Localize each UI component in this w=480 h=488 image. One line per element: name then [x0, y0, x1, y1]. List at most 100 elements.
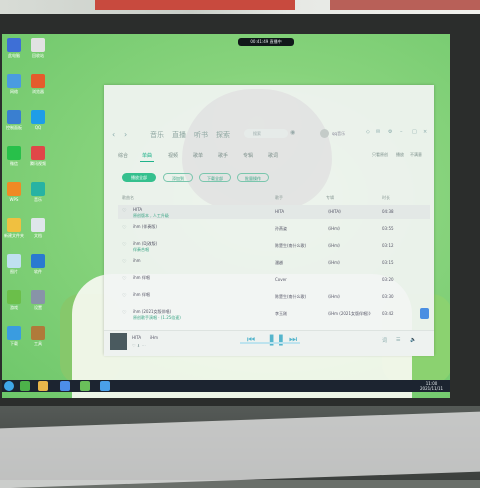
taskbar-app-1-icon[interactable]: [20, 381, 30, 391]
desktop-icon[interactable]: 图片: [2, 254, 26, 274]
desktop-icon-label: 软件: [34, 269, 42, 274]
taskbar-browser-icon[interactable]: [60, 381, 70, 391]
app-icon: [7, 110, 21, 124]
song-artist: 李玉刚: [275, 311, 287, 316]
link-play[interactable]: 播放: [396, 152, 404, 158]
close-icon[interactable]: ×: [423, 129, 427, 135]
favorite-icon[interactable]: ♡: [122, 259, 126, 265]
player-icons[interactable]: ♡ ⬇ ⋯: [132, 343, 145, 348]
mic-icon[interactable]: ◉: [290, 129, 295, 136]
tab-singers[interactable]: 歌手: [218, 152, 228, 159]
desktop-icon[interactable]: 网络: [2, 74, 26, 94]
player-title: HITA: [132, 335, 142, 340]
column-artist[interactable]: 歌手: [275, 195, 283, 201]
minimize-icon[interactable]: –: [400, 129, 403, 135]
desktop-icon[interactable]: 新建文件夹: [2, 218, 26, 238]
pause-icon[interactable]: ❚❚: [267, 333, 285, 346]
desktop-icon[interactable]: 微信: [2, 146, 26, 166]
app-icon: [7, 182, 21, 196]
maximize-icon[interactable]: □: [412, 129, 417, 135]
playlist-icon[interactable]: ☰: [396, 337, 400, 343]
desktop-icon[interactable]: 控制面板: [2, 110, 26, 130]
desktop-icon[interactable]: 设置: [26, 290, 50, 310]
phone-sync-icon[interactable]: [420, 308, 429, 319]
song-duration: 03:30: [382, 294, 394, 299]
desktop-icon[interactable]: 下载: [2, 326, 26, 346]
song-title: ihm (DJ改版): [133, 241, 158, 246]
column-song[interactable]: 歌曲名: [122, 195, 134, 201]
song-subtitle: 原创版本 , 人工升级: [133, 213, 169, 218]
nav-explore[interactable]: 探索: [216, 130, 230, 140]
desktop-icon[interactable]: 此电脑: [2, 38, 26, 58]
desktop-icon[interactable]: WPS: [2, 182, 26, 202]
tab-all[interactable]: 综合: [118, 152, 128, 159]
column-duration[interactable]: 时长: [382, 195, 390, 201]
song-duration: 04:38: [382, 209, 394, 214]
live-notification[interactable]: 00:41:49 直播中: [238, 38, 294, 46]
nav-live[interactable]: 直播: [172, 130, 186, 140]
download-all-button[interactable]: 下载全部: [199, 173, 231, 182]
desktop-icon-label: 设置: [34, 305, 42, 310]
batch-button[interactable]: 批量操作: [237, 173, 269, 182]
desktop-icon[interactable]: 工具: [26, 326, 50, 346]
album-cover[interactable]: [110, 333, 127, 350]
desktop-icon-label: 网络: [10, 89, 18, 94]
link-original[interactable]: 只看原创: [372, 152, 388, 158]
mail-icon[interactable]: ✉: [376, 129, 380, 135]
desktop-icon-label: 腾讯视频: [30, 161, 46, 166]
start-icon[interactable]: [4, 381, 14, 391]
column-album[interactable]: 专辑: [326, 195, 334, 201]
forward-icon[interactable]: ›: [124, 130, 127, 139]
user-name[interactable]: qq音乐: [332, 131, 345, 137]
app-icon: [31, 38, 45, 52]
desktop-icon[interactable]: 浏览器: [26, 74, 50, 94]
desktop-icon[interactable]: 软件: [26, 254, 50, 274]
nav-books[interactable]: 听书: [194, 130, 208, 140]
favorite-icon[interactable]: ♡: [122, 293, 126, 299]
play-all-button[interactable]: 播放全部: [122, 173, 156, 182]
song-duration: 03:42: [382, 311, 394, 316]
app-icon: [7, 290, 21, 304]
lyric-icon[interactable]: 词: [382, 337, 387, 344]
favorite-icon[interactable]: ♡: [122, 208, 126, 214]
desktop-icon[interactable]: 腾讯视频: [26, 146, 50, 166]
desktop-icon-label: 微信: [10, 161, 18, 166]
link-dislike[interactable]: 不满意: [410, 152, 422, 158]
song-album: 《HITA》: [326, 209, 344, 214]
tab-playlists[interactable]: 歌单: [193, 152, 203, 159]
favorite-icon[interactable]: ♡: [122, 225, 126, 231]
song-subtitle: 原创歌手演唱 · (1.25倍速): [133, 315, 181, 320]
desktop-icon[interactable]: QQ: [26, 110, 50, 130]
taskbar-folder-icon[interactable]: [38, 381, 48, 391]
add-to-button[interactable]: 添加到: [163, 173, 193, 182]
tab-albums[interactable]: 专辑: [243, 152, 253, 159]
tab-songs[interactable]: 单曲: [142, 152, 152, 159]
volume-icon[interactable]: 🔈: [410, 337, 416, 343]
song-title: ihm (2021女版伴唱): [133, 309, 172, 314]
taskbar-date: 2021/11/11: [420, 386, 444, 391]
favorite-icon[interactable]: ♡: [122, 276, 126, 282]
favorite-icon[interactable]: ♡: [122, 310, 126, 316]
tab-videos[interactable]: 视频: [168, 152, 178, 159]
search-input[interactable]: 搜索: [244, 129, 288, 138]
song-title: ihm (伴奏版): [133, 224, 157, 229]
desktop-icon[interactable]: 游戏: [2, 290, 26, 310]
skin-icon[interactable]: ◇: [366, 129, 370, 135]
active-tab-indicator: [140, 161, 154, 162]
back-icon[interactable]: ‹: [112, 130, 115, 139]
taskbar-app-2-icon[interactable]: [80, 381, 90, 391]
desktop-icon-label: 工具: [34, 341, 42, 346]
taskbar-music-icon[interactable]: [100, 381, 110, 391]
settings-icon[interactable]: ⚙: [388, 129, 392, 135]
desktop-icon[interactable]: 回收站: [26, 38, 50, 58]
desktop-icon[interactable]: 文档: [26, 218, 50, 238]
desktop-icon[interactable]: 音乐: [26, 182, 50, 202]
app-icon: [31, 218, 45, 232]
favorite-icon[interactable]: ♡: [122, 242, 126, 248]
tab-lyrics[interactable]: 歌词: [268, 152, 278, 159]
progress-bar[interactable]: [240, 342, 300, 344]
nav-music[interactable]: 音乐: [150, 130, 164, 140]
app-icon: [31, 110, 45, 124]
taskbar-clock[interactable]: 11:00 2021/11/11: [420, 381, 443, 391]
avatar[interactable]: [320, 129, 329, 138]
